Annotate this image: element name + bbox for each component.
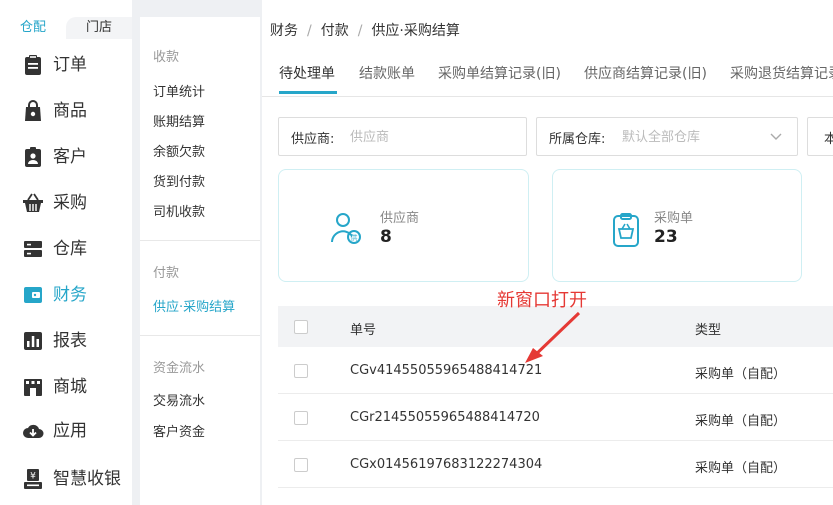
subnav-divider (140, 335, 260, 336)
subnav-item-customer-funds[interactable]: 客户资金 (153, 421, 205, 440)
nav-item-products[interactable]: 商品 (0, 93, 132, 129)
wallet-icon (24, 287, 42, 303)
subnav-item-supplier-purchase-settlement[interactable]: 供应·采购结算 (153, 296, 235, 315)
cash-register-icon: ¥ (24, 469, 42, 489)
server-icon (24, 241, 42, 257)
purchase-order-card-label: 采购单 (654, 211, 694, 226)
basket-icon (23, 193, 43, 212)
supplier-icon: 供 (331, 213, 361, 244)
nav-label: 应用 (53, 421, 87, 441)
filter-extra-button[interactable]: 本 (807, 117, 833, 156)
purchase-order-count-card[interactable]: 采购单 23 (552, 169, 802, 282)
subnav-item-cash-on-delivery[interactable]: 货到付款 (153, 171, 205, 190)
nav-item-smart-cashier[interactable]: ¥ 智慧收银 (0, 461, 132, 497)
subnav-divider (140, 240, 260, 241)
supplier-filter[interactable]: 供应商: (278, 117, 527, 156)
warehouse-filter[interactable]: 所属仓库: (536, 117, 798, 156)
main-nav: 仓配 门店 订单 商品 客户 采购 仓库 财务 报表 商城 应用 ¥ 智慧收银 (0, 0, 132, 505)
breadcrumb-finance[interactable]: 财务 (270, 23, 298, 39)
tab-pending-orders[interactable]: 待处理单 (279, 63, 335, 83)
order-number-link[interactable]: CGv41455055965488414721 (350, 363, 542, 378)
chevron-down-icon (770, 133, 782, 140)
row-checkbox[interactable] (294, 364, 308, 378)
purchase-order-icon (613, 213, 639, 247)
tab-bar: 待处理单 结款账单 采购单结算记录(旧) 供应商结算记录(旧) 采购退货结算记录 (262, 47, 833, 97)
nav-mode-tabs: 仓配 门店 (0, 17, 132, 39)
nav-label: 仓库 (53, 239, 87, 259)
finance-subnav: 收款 订单统计 账期结算 余额欠款 货到付款 司机收款 付款 供应·采购结算 资… (140, 17, 260, 505)
warehouse-select[interactable] (622, 126, 762, 148)
nav-label: 财务 (53, 285, 87, 305)
subnav-item-order-stats[interactable]: 订单统计 (153, 81, 205, 100)
nav-label: 客户 (53, 147, 87, 167)
breadcrumb: 财务 / 付款 / 供应·采购结算 (270, 23, 460, 39)
tab-purchase-settlement-records-old[interactable]: 采购单结算记录(旧) (438, 63, 561, 83)
svg-text:¥: ¥ (30, 472, 36, 482)
shopping-bag-icon (25, 100, 41, 121)
breadcrumb-current: 供应·采购结算 (371, 23, 460, 39)
table-row[interactable]: CGx01456197683122274304 采购单（自配） (278, 441, 833, 488)
select-all-checkbox[interactable] (294, 320, 308, 334)
bar-chart-icon (24, 332, 42, 350)
column-header-type[interactable]: 类型 (695, 319, 721, 338)
order-type: 采购单（自配） (695, 414, 787, 429)
order-number-link[interactable]: CGx01456197683122274304 (350, 457, 542, 472)
tab-purchase-return-settlement-records[interactable]: 采购退货结算记录 (730, 63, 833, 83)
svg-text:供: 供 (351, 233, 358, 242)
breadcrumb-payments[interactable]: 付款 (321, 23, 349, 39)
nav-item-apps[interactable]: 应用 (0, 413, 132, 449)
warehouse-filter-label: 所属仓库: (549, 132, 606, 147)
nav-label: 报表 (53, 331, 87, 351)
subnav-item-transaction-flow[interactable]: 交易流水 (153, 390, 205, 409)
row-checkbox[interactable] (294, 411, 308, 425)
order-type: 采购单（自配） (695, 367, 787, 382)
active-tab-indicator (279, 91, 337, 94)
nav-label: 智慧收银 (53, 469, 121, 489)
nav-item-finance[interactable]: 财务 (0, 277, 132, 313)
tab-supplier-settlement-records-old[interactable]: 供应商结算记录(旧) (584, 63, 707, 83)
supplier-input[interactable] (350, 126, 520, 148)
nav-item-warehouse[interactable]: 仓库 (0, 231, 132, 267)
nav-label: 商城 (53, 377, 87, 397)
subnav-heading-payments: 付款 (153, 266, 180, 281)
cloud-download-icon (23, 424, 44, 438)
nav-item-purchasing[interactable]: 采购 (0, 185, 132, 221)
supplier-card-label: 供应商 (380, 211, 420, 226)
subnav-item-balance-arrears[interactable]: 余额欠款 (153, 141, 205, 160)
clipboard-icon (25, 55, 41, 75)
nav-label: 商品 (53, 101, 87, 121)
main-content: 财务 / 付款 / 供应·采购结算 待处理单 结款账单 采购单结算记录(旧) 供应商结算… (262, 0, 833, 505)
order-number-link[interactable]: CGr21455055965488414720 (350, 410, 540, 425)
nav-label: 订单 (53, 55, 87, 75)
tab-settlement-bills[interactable]: 结款账单 (359, 63, 415, 83)
row-checkbox[interactable] (294, 458, 308, 472)
nav-item-orders[interactable]: 订单 (0, 47, 132, 83)
nav-item-customers[interactable]: 客户 (0, 139, 132, 175)
tab-warehouse-delivery[interactable]: 仓配 (0, 17, 66, 39)
order-type: 采购单（自配） (695, 461, 787, 476)
nav-label: 采购 (53, 193, 87, 213)
nav-item-reports[interactable]: 报表 (0, 323, 132, 359)
storefront-icon (24, 379, 42, 396)
supplier-filter-label: 供应商: (291, 132, 335, 147)
filter-extra-button-label: 本 (824, 132, 833, 147)
annotation-arrow-icon (525, 311, 581, 363)
nav-item-mall[interactable]: 商城 (0, 369, 132, 405)
subnav-item-period-settlement[interactable]: 账期结算 (153, 111, 205, 130)
subnav-item-driver-collection[interactable]: 司机收款 (153, 201, 205, 220)
column-header-order-number[interactable]: 单号 (350, 319, 376, 338)
purchase-order-card-value: 23 (654, 227, 678, 247)
table-row[interactable]: CGr21455055965488414720 采购单（自配） (278, 394, 833, 441)
supplier-card-value: 8 (380, 227, 392, 247)
subnav-heading-fund-flow: 资金流水 (153, 361, 206, 376)
tab-store[interactable]: 门店 (66, 17, 132, 39)
supplier-count-card[interactable]: 供 供应商 8 (278, 169, 529, 282)
customer-badge-icon (25, 147, 41, 167)
subnav-heading-receipts: 收款 (153, 50, 180, 65)
